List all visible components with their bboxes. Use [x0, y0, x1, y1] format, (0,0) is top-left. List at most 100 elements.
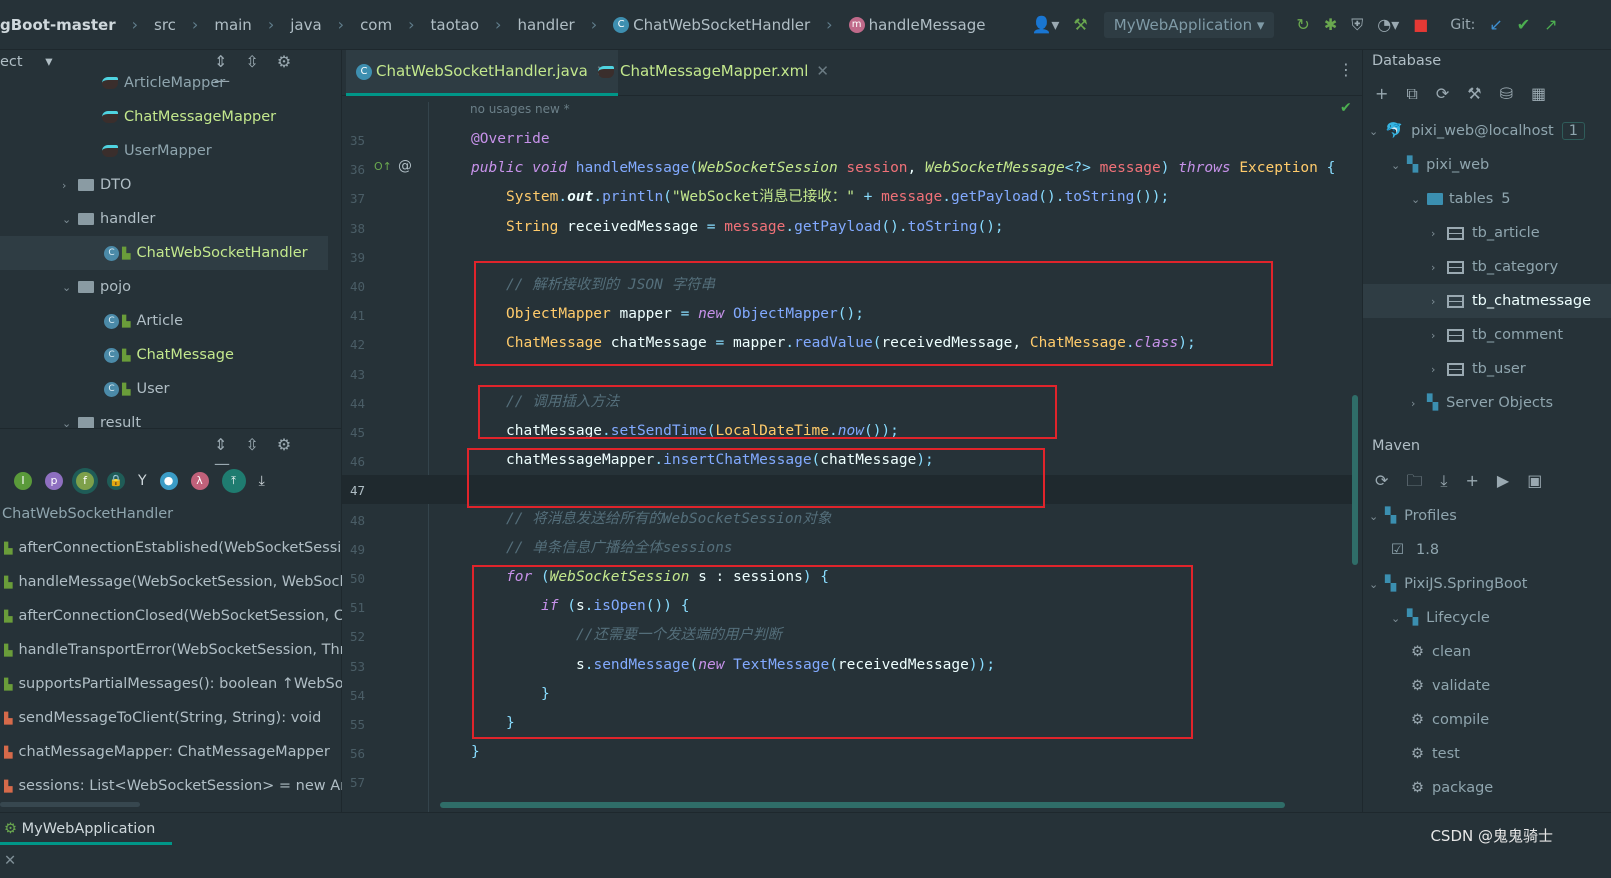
more-options-icon[interactable]: ⋮ — [1338, 60, 1354, 79]
refresh-icon[interactable]: ⟳ — [1436, 84, 1449, 103]
editor-tab[interactable]: CChatWebSocketHandler.java✕ — [346, 50, 619, 96]
breadcrumb-item[interactable]: gBoot-master — [0, 16, 116, 34]
code-line[interactable]: } — [471, 738, 480, 767]
chevron-down-icon[interactable]: ⌄ — [1369, 500, 1385, 534]
copy-icon[interactable]: ⧉ — [1406, 84, 1417, 103]
database-tree-item[interactable]: › tb_comment — [1363, 318, 1611, 352]
breadcrumb-item[interactable]: C ChatWebSocketHandler — [613, 16, 810, 34]
show-inherited-icon[interactable]: I — [14, 472, 32, 490]
project-tree-item[interactable]: ArticleMapper — [0, 66, 328, 100]
chevron-down-icon[interactable]: ⌄ — [1391, 602, 1407, 636]
structure-item[interactable]: ▙ afterConnectionClosed(WebSocketSession,… — [4, 599, 342, 633]
user-icon[interactable]: 👤▾ — [1031, 15, 1059, 34]
code-editor[interactable]: CChatWebSocketHandler.java✕ChatMessageMa… — [342, 50, 1362, 812]
show-properties-icon[interactable]: p — [45, 472, 63, 490]
execute-goal-icon[interactable]: ▣ — [1527, 471, 1542, 490]
maven-tree-item[interactable]: ⚙ clean — [1363, 635, 1611, 669]
run-tab[interactable]: ⚙ MyWebApplication ✕ — [0, 813, 172, 869]
chevron-down-icon[interactable]: ⌄ — [1369, 568, 1385, 602]
maven-tree-item[interactable]: ⚙ test — [1363, 737, 1611, 771]
project-tree-item[interactable]: C ▙ Article — [0, 304, 328, 338]
git-update-icon[interactable]: ↙ — [1489, 15, 1502, 34]
maven-tree-item[interactable]: ⌄ ▚ Profiles — [1363, 499, 1611, 533]
show-lambdas-icon[interactable]: λ — [190, 472, 209, 490]
chevron-right-icon[interactable]: › — [1431, 319, 1447, 353]
vertical-scrollbar[interactable] — [1352, 395, 1358, 565]
override-gutter-icon[interactable]: O↑ — [374, 160, 392, 173]
database-tree-item[interactable]: ⌄ ▚ pixi_web — [1363, 148, 1611, 182]
chevron-down-icon[interactable]: ⌄ — [1369, 115, 1385, 149]
add-maven-project-icon[interactable]: 🗀 — [1406, 471, 1422, 490]
project-tree-item[interactable]: C ▙ ChatWebSocketHandler — [0, 236, 328, 270]
expand-all-icon[interactable]: ⇕ — [214, 435, 227, 454]
project-tree-item[interactable]: C ▙ ChatMessage — [0, 338, 328, 372]
debug-icon[interactable]: ✱ — [1324, 15, 1337, 34]
database-tree-item[interactable]: › tb_chatmessage — [1363, 284, 1611, 318]
horizontal-scrollbar[interactable] — [440, 802, 1285, 808]
breadcrumb-item[interactable]: taotao — [431, 16, 480, 34]
show-non-public-icon[interactable]: 🔒 — [107, 472, 125, 490]
collapse-all-icon[interactable]: ⇳ — [245, 435, 258, 454]
data-source-properties-icon[interactable]: ⚒ — [1467, 84, 1481, 103]
table-view-icon[interactable]: ▦ — [1531, 84, 1546, 103]
structure-item[interactable]: ▙ handleMessage(WebSocketSession, WebSock… — [4, 565, 342, 599]
maven-tree-item[interactable]: ⚙ compile — [1363, 703, 1611, 737]
autoscroll-from-source-icon[interactable]: ⤓ — [259, 473, 265, 489]
project-tree-item[interactable]: ⌄ handler — [0, 202, 328, 236]
chevron-down-icon[interactable]: ⌄ — [1391, 149, 1407, 183]
close-tab-icon[interactable]: ✕ — [816, 62, 829, 80]
show-fields-icon[interactable]: f — [76, 472, 94, 490]
breadcrumb-item[interactable]: com — [360, 16, 392, 34]
database-tree-item[interactable]: ⌄ 🐬 pixi_web@localhost 1 — [1363, 114, 1611, 148]
project-tree-item[interactable]: C ▙ User — [0, 372, 328, 406]
disconnect-icon[interactable]: ⛁ — [1500, 84, 1513, 103]
structure-item[interactable]: ▙ sendMessageToClient(String, String): vo… — [4, 701, 342, 735]
code-line[interactable]: // 单条信息广播给全体sessions — [506, 534, 733, 563]
annotation-gutter-icon[interactable]: @ — [398, 158, 412, 174]
editor-tab[interactable]: ChatMessageMapper.xml ✕ — [588, 50, 839, 96]
database-tree-item[interactable]: › tb_article — [1363, 216, 1611, 250]
breadcrumb-item[interactable]: m handleMessage — [848, 16, 985, 34]
add-icon[interactable]: + — [1466, 471, 1479, 490]
code-line[interactable]: public void handleMessage(WebSocketSessi… — [471, 154, 1335, 183]
add-icon[interactable]: + — [1375, 84, 1388, 103]
reload-icon[interactable]: ⟳ — [1375, 471, 1388, 490]
chevron-right-icon[interactable]: › — [1411, 387, 1427, 421]
structure-item[interactable]: ▙ chatMessageMapper: ChatMessageMapper — [4, 735, 342, 769]
rerun-icon[interactable]: ↻ — [1296, 15, 1309, 34]
project-tree-item[interactable]: UserMapper — [0, 134, 328, 168]
build-hammer-icon[interactable]: ⚒ — [1073, 15, 1087, 34]
stop-icon[interactable]: ■ — [1413, 15, 1428, 34]
project-tree-item[interactable]: › DTO — [0, 168, 328, 202]
structure-item[interactable]: ▙ afterConnectionEstablished(WebSocketSes… — [4, 531, 342, 565]
structure-item[interactable]: ▙ supportsPartialMessages(): boolean ↑Web… — [4, 667, 342, 701]
breadcrumb-item[interactable]: handler — [517, 16, 574, 34]
chevron-down-icon[interactable]: ⌄ — [62, 271, 78, 305]
structure-item[interactable]: ▙ sessions: List<WebSocketSession> = new … — [4, 769, 342, 803]
maven-tree-item[interactable]: ⌄ ▚ PixiJS.SpringBoot — [1363, 567, 1611, 601]
close-icon[interactable]: ✕ — [4, 853, 16, 869]
chevron-right-icon[interactable]: › — [62, 169, 78, 203]
chevron-down-icon[interactable]: ⌄ — [62, 203, 78, 237]
maven-tree-item[interactable]: ☑ 1.8 — [1363, 533, 1611, 567]
maven-tree-item[interactable]: ⚙ package — [1363, 771, 1611, 805]
database-tree-item[interactable]: › tb_category — [1363, 250, 1611, 284]
git-commit-icon[interactable]: ✔ — [1517, 15, 1530, 34]
show-anonymous-icon[interactable]: ● — [159, 472, 178, 490]
project-tree-item[interactable]: ChatMessageMapper — [0, 100, 328, 134]
database-tree-item[interactable]: › tb_user — [1363, 352, 1611, 386]
breadcrumb-item[interactable]: java — [290, 16, 321, 34]
checkbox-icon[interactable]: ☑ — [1391, 542, 1404, 558]
horizontal-scrollbar[interactable] — [0, 802, 140, 807]
breadcrumb-item[interactable]: src — [154, 16, 176, 34]
structure-root[interactable]: ChatWebSocketHandler — [2, 497, 173, 531]
code-line[interactable]: String receivedMessage = message.getPayl… — [506, 213, 1004, 242]
code-line[interactable]: System.out.println("WebSocket消息已接收：" + m… — [506, 183, 1169, 212]
run-configuration-dropdown[interactable]: MyWebApplication ▾ — [1103, 11, 1275, 38]
run-icon[interactable]: ▶ — [1497, 471, 1509, 490]
project-tree-item[interactable]: ⌄ pojo — [0, 270, 328, 304]
database-tree-item[interactable]: › ▚ Server Objects — [1363, 386, 1611, 420]
chevron-right-icon[interactable]: › — [1431, 251, 1447, 285]
maven-tree-item[interactable]: ⚙ validate — [1363, 669, 1611, 703]
code-line[interactable]: @Override — [471, 125, 550, 154]
